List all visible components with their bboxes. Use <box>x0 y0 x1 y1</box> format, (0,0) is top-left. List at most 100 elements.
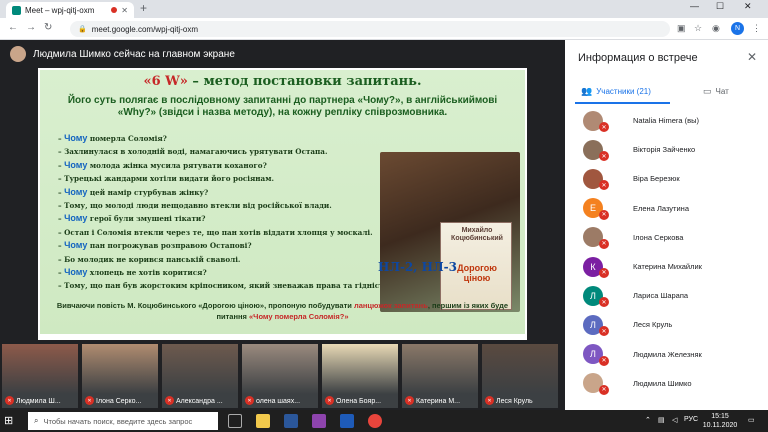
tab-title: Meet – wpj-qitj-oxm <box>25 5 95 15</box>
video-tile[interactable]: ✕ Катерина М... <box>402 344 478 408</box>
participant-row[interactable]: Л ✕ Лариса Шарапа <box>565 281 768 310</box>
mic-off-icon: ✕ <box>5 396 14 405</box>
video-tile[interactable]: ✕ Леся Круль <box>482 344 558 408</box>
back-icon[interactable]: ← <box>8 22 18 33</box>
recording-dot-icon <box>111 7 118 13</box>
menu-icon[interactable]: ⋮ <box>752 23 761 34</box>
extension-icon[interactable]: ◉ <box>712 23 720 34</box>
mic-off-icon: ✕ <box>599 326 609 337</box>
line-text: Тому, що пан був жорстоким кріпосником, … <box>64 281 388 291</box>
omnibox[interactable]: 🔒 meet.google.com/wpj-qitj-oxm <box>70 21 670 37</box>
question-word: Чому <box>64 159 88 170</box>
participant-row[interactable]: Е ✕ Елена Лазутина <box>565 194 768 223</box>
question-list: – Чому померла Соломія? – Захлинулася в х… <box>58 132 388 293</box>
taskbar-search[interactable]: ⌕ Чтобы начать поиск, введите здесь запр… <box>28 412 218 430</box>
minimize-icon[interactable]: — <box>690 1 699 11</box>
video-frame <box>162 344 238 394</box>
participant-row[interactable]: Л ✕ Леся Круль <box>565 310 768 339</box>
store-icon[interactable] <box>284 414 298 428</box>
windows-start-icon[interactable]: ⊞ <box>4 414 13 427</box>
mic-off-icon: ✕ <box>599 151 609 162</box>
notifications-icon[interactable]: ▭ <box>748 416 755 424</box>
tab-participants-label: Участники (21) <box>596 86 651 96</box>
slide-footer-red1: ланцюжок запитань <box>353 301 428 310</box>
browser-tabstrip: Meet – wpj-qitj-oxm ✕ + — ☐ ✕ <box>0 0 768 18</box>
mic-off-icon: ✕ <box>599 209 609 220</box>
address-bar: ← → ↻ 🔒 meet.google.com/wpj-qitj-oxm ▣ ☆… <box>0 18 768 40</box>
search-icon: ⌕ <box>34 416 39 425</box>
video-frame <box>2 344 78 394</box>
tab-close-icon[interactable]: ✕ <box>121 6 128 15</box>
participant-row[interactable]: К ✕ Катерина Михайлик <box>565 252 768 281</box>
profile-avatar[interactable]: N <box>731 22 744 35</box>
participant-row[interactable]: Л ✕ Людмила Железняк <box>565 340 768 369</box>
line-text: Остап і Соломія втекли через те, що пан … <box>64 227 373 237</box>
participant-row[interactable]: ✕ Віра Березюк <box>565 164 768 193</box>
participant-row[interactable]: ✕ Natalia Himera (вы) <box>565 106 768 135</box>
mic-off-icon: ✕ <box>165 396 174 405</box>
video-tile[interactable]: ✕ Александра ... <box>162 344 238 408</box>
line-text: герої були змушені тікати? <box>87 214 206 224</box>
question-line: – Чому хлопець не хотів коритися? <box>58 266 388 279</box>
participant-name: Людмила Шимко <box>633 378 692 388</box>
volume-icon[interactable]: ◁ <box>672 416 677 424</box>
mic-off-icon: ✕ <box>599 297 609 308</box>
question-word: Чому <box>64 213 88 224</box>
question-line: – Тому, що пан був жорстоким кріпосником… <box>58 279 388 292</box>
presenter-avatar <box>10 46 26 62</box>
mic-off-icon: ✕ <box>599 238 609 249</box>
reload-icon[interactable]: ↻ <box>44 22 52 33</box>
video-tile[interactable]: ✕ олена шаях... <box>242 344 318 408</box>
viber-icon[interactable] <box>312 414 326 428</box>
search-placeholder: Чтобы начать поиск, введите здесь запрос <box>43 416 193 426</box>
new-tab-icon[interactable]: + <box>140 1 147 15</box>
task-view-icon[interactable] <box>228 414 242 428</box>
tray-chevron-icon[interactable]: ⌃ <box>645 416 651 424</box>
question-line: – Чому пан погрожував розправою Остапові… <box>58 239 388 252</box>
window-close-icon[interactable]: ✕ <box>744 1 752 12</box>
mic-off-icon: ✕ <box>599 122 609 132</box>
nl-label: НЛ-2, НЛ-3 <box>378 260 457 274</box>
language-indicator[interactable]: РУС <box>684 416 698 423</box>
presenter-bar: Людмила Шимко сейчас на главном экране <box>10 44 235 64</box>
mic-off-icon: ✕ <box>599 355 609 366</box>
video-tile[interactable]: ✕ Людмила Ш... <box>2 344 78 408</box>
participant-row[interactable]: ✕ Вікторія Зайченко <box>565 135 768 164</box>
chrome-icon[interactable] <box>368 414 382 428</box>
slide-background: «6 W» – метод постановки запитань. Його … <box>40 70 525 334</box>
taskbar-clock[interactable]: 15:15 10.11.2020 <box>700 412 740 430</box>
question-line: – Чому померла Соломія? <box>58 132 388 145</box>
people-icon: 👥 <box>581 85 593 96</box>
participant-row[interactable]: ✕ Людмила Шимко <box>565 369 768 398</box>
participant-name: Леся Круль <box>633 320 673 330</box>
mic-off-icon: ✕ <box>85 396 94 405</box>
question-line: – Захлинулася в холодній воді, намагаючи… <box>58 145 388 158</box>
clock-time: 15:15 <box>711 413 729 420</box>
video-frame <box>322 344 398 394</box>
tab-chat[interactable]: ▭ Чат <box>703 82 729 100</box>
maximize-icon[interactable]: ☐ <box>716 1 724 12</box>
star-icon[interactable]: ☆ <box>694 23 702 34</box>
camera-permission-icon[interactable]: ▣ <box>677 23 686 34</box>
video-tile[interactable]: ✕ Ілона Серко... <box>82 344 158 408</box>
participant-row[interactable]: ✕ Ілона Серкова <box>565 223 768 252</box>
participant-name: Катерина Михайлик <box>633 262 702 272</box>
video-tile[interactable]: ✕ Олена Бояр... <box>322 344 398 408</box>
browser-tab[interactable]: Meet – wpj-qitj-oxm ✕ <box>6 2 134 18</box>
panel-title: Информация о встрече <box>578 52 698 64</box>
mic-off-icon: ✕ <box>599 180 609 191</box>
tile-name: Ілона Серко... <box>96 398 142 405</box>
panel-close-icon[interactable]: ✕ <box>747 50 757 64</box>
forward-icon[interactable]: → <box>26 22 36 33</box>
word-icon[interactable] <box>340 414 354 428</box>
file-explorer-icon[interactable] <box>256 414 270 428</box>
tab-participants[interactable]: 👥 Участники (21) <box>581 82 651 100</box>
network-icon[interactable]: ▤ <box>658 416 665 424</box>
question-line: – Тому, що молоді люди нещодавно втекли … <box>58 199 388 212</box>
line-text: молода жінка мусила рятувати коханого? <box>87 160 267 170</box>
question-line: – Чому цей намір стурбував жінку? <box>58 186 388 199</box>
question-line: – Чому молода жінка мусила рятувати коха… <box>58 159 388 172</box>
active-tab-indicator <box>575 102 670 104</box>
line-text: хлопець не хотів коритися? <box>87 268 207 278</box>
main-stage: Людмила Шимко сейчас на главном экране «… <box>0 40 565 342</box>
